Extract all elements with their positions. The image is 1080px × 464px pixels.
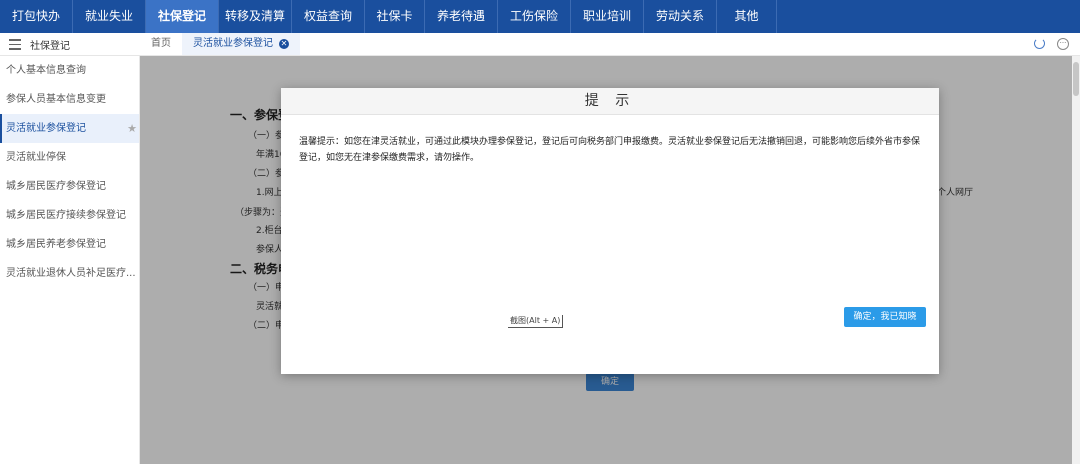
sidebar-item-personal-info-query[interactable]: 个人基本信息查询 xyxy=(0,56,139,85)
refresh-icon[interactable] xyxy=(1034,38,1045,49)
nav-item-transfer[interactable]: 转移及清算 xyxy=(219,0,292,33)
dialog-title: 提 示 xyxy=(281,88,939,115)
nav-item-pension[interactable]: 养老待遇 xyxy=(425,0,498,33)
nav-item-employment[interactable]: 就业失业 xyxy=(73,0,146,33)
nav-item-other[interactable]: 其他 xyxy=(717,0,777,33)
scrollbar[interactable] xyxy=(1072,56,1080,464)
sidebar-item-resident-medical-continuation[interactable]: 城乡居民医疗接续参保登记 xyxy=(0,201,139,230)
tab-home[interactable]: 首页 xyxy=(140,33,182,55)
sidebar-item-retiree-medical[interactable]: 灵活就业退休人员补足医疗... xyxy=(0,259,139,288)
close-icon[interactable]: ✕ xyxy=(279,39,289,49)
dialog-message: 温馨提示：如您在津灵活就业，可通过此模块办理参保登记，登记后可向税务部门申报缴费… xyxy=(299,137,921,163)
tab-bar: 首页 灵活就业参保登记 ✕ xyxy=(140,33,300,55)
nav-item-rights-query[interactable]: 权益查询 xyxy=(292,0,365,33)
menu-toggle-icon[interactable] xyxy=(9,39,21,50)
nav-item-labor-relations[interactable]: 劳动关系 xyxy=(644,0,717,33)
tab-flexible-employment-registration[interactable]: 灵活就业参保登记 ✕ xyxy=(182,33,300,55)
nav-item-social-security-registration[interactable]: 社保登记 xyxy=(146,0,219,33)
sub-header: 社保登记 首页 灵活就业参保登记 ✕ ··· xyxy=(0,33,1080,56)
acknowledge-button[interactable]: 确定，我已知晓 xyxy=(844,307,926,327)
sidebar-item-resident-pension[interactable]: 城乡居民养老参保登记 xyxy=(0,230,139,259)
nav-item-injury-insurance[interactable]: 工伤保险 xyxy=(498,0,571,33)
star-icon[interactable]: ★ xyxy=(127,114,137,143)
sidebar-item-flexible-stop[interactable]: 灵活就业停保 xyxy=(0,143,139,172)
scrollbar-thumb[interactable] xyxy=(1073,62,1079,96)
nav-item-vocational-training[interactable]: 职业培训 xyxy=(571,0,644,33)
top-navigation: 打包快办 就业失业 社保登记 转移及清算 权益查询 社保卡 养老待遇 工伤保险 … xyxy=(0,0,1080,33)
sidebar-item-label: 灵活就业参保登记 xyxy=(6,123,86,134)
sidebar-item-resident-medical[interactable]: 城乡居民医疗参保登记 xyxy=(0,172,139,201)
sidebar-item-info-change[interactable]: 参保人员基本信息变更 xyxy=(0,85,139,114)
more-icon[interactable]: ··· xyxy=(1057,38,1069,50)
nav-item-social-card[interactable]: 社保卡 xyxy=(365,0,425,33)
tab-label: 灵活就业参保登记 xyxy=(193,38,273,49)
screenshot-hint: 截图(Alt + A) xyxy=(508,315,564,328)
sidebar-item-flexible-registration[interactable]: 灵活就业参保登记 ★ xyxy=(0,114,139,143)
notice-dialog: 提 示 温馨提示：如您在津灵活就业，可通过此模块办理参保登记，登记后可向税务部门… xyxy=(281,88,939,374)
sidebar-title: 社保登记 xyxy=(30,41,70,52)
sidebar: 个人基本信息查询 参保人员基本信息变更 灵活就业参保登记 ★ 灵活就业停保 城乡… xyxy=(0,56,140,464)
nav-item-package[interactable]: 打包快办 xyxy=(0,0,73,33)
